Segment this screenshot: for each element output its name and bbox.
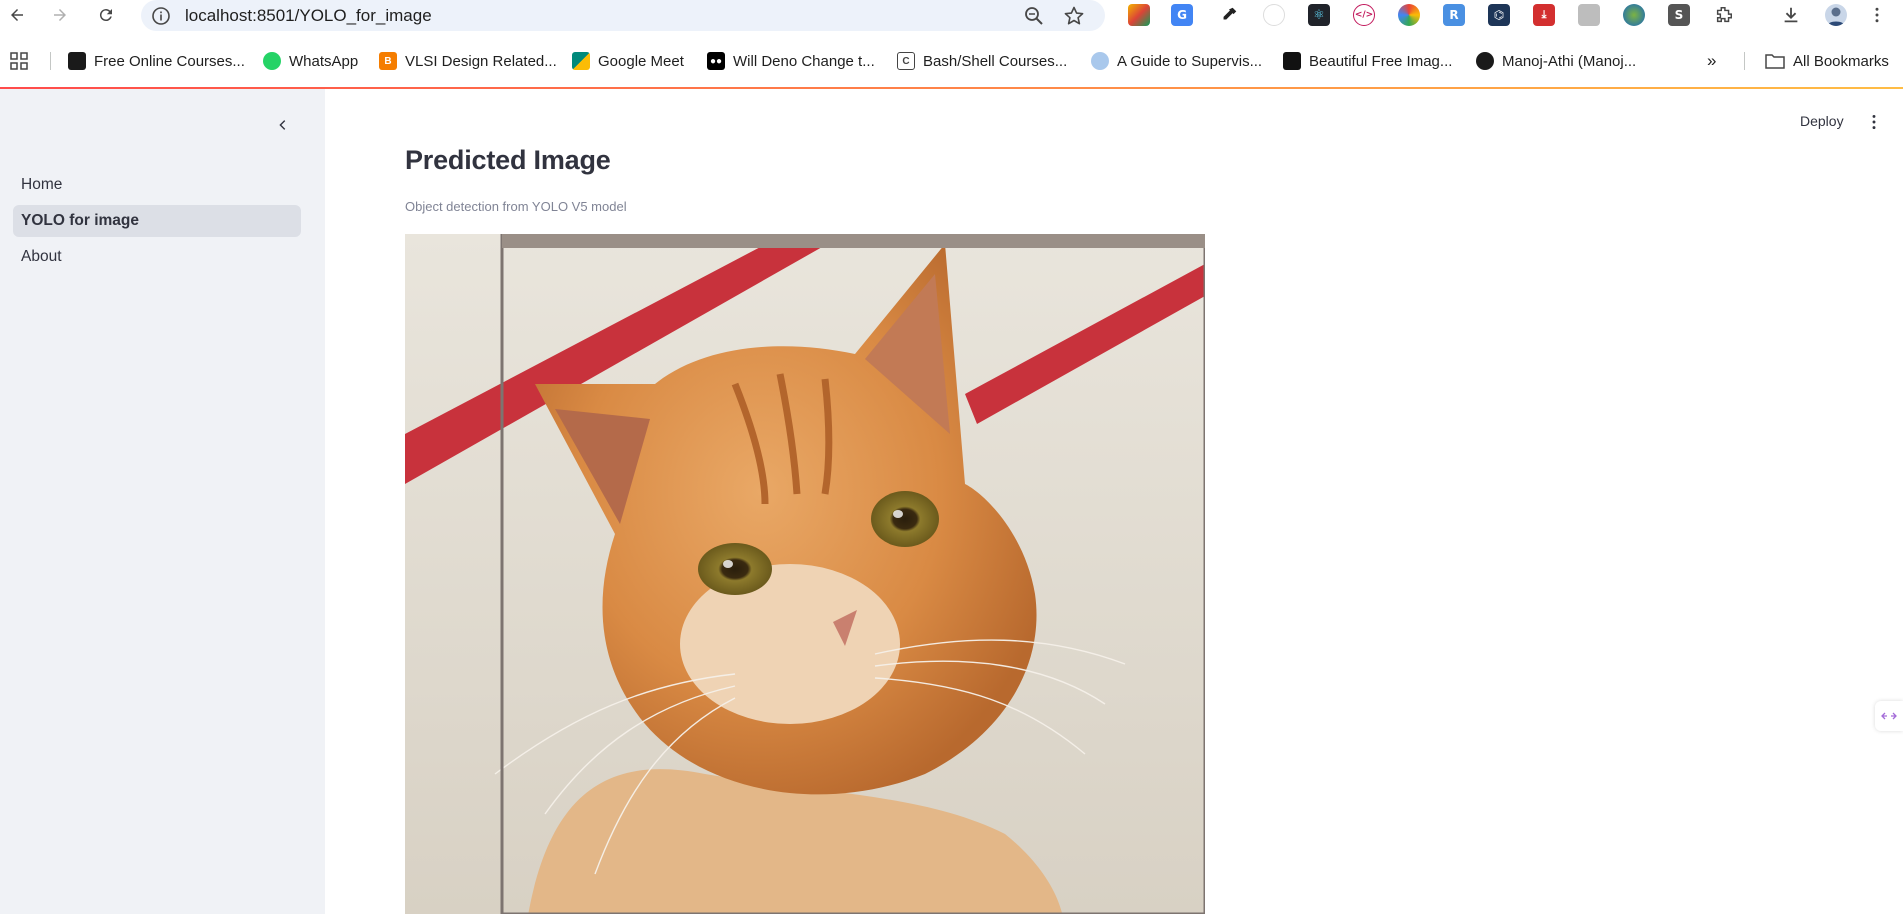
s-extension-icon[interactable]: S: [1668, 4, 1690, 26]
github-favicon-icon: [1476, 52, 1494, 70]
main-menu-icon[interactable]: [1865, 111, 1883, 133]
bookmark-item[interactable]: ●● Will Deno Change t...: [707, 49, 875, 73]
cloud-favicon-icon: [1091, 52, 1109, 70]
course-favicon-icon: C: [897, 52, 915, 70]
pdf-extension-icon[interactable]: ⤓: [1533, 4, 1555, 26]
sidebar-item-yolo-for-image[interactable]: YOLO for image: [13, 205, 301, 237]
bookmark-label: WhatsApp: [289, 52, 359, 70]
extension-icon[interactable]: [1263, 4, 1285, 26]
predicted-image: [405, 234, 1205, 914]
zoom-icon[interactable]: [1023, 5, 1045, 27]
deploy-button[interactable]: Deploy: [1800, 113, 1844, 129]
profile-avatar[interactable]: [1825, 4, 1847, 26]
forward-arrow-icon[interactable]: [48, 3, 72, 27]
bookmarks-bar: Free Online Courses... WhatsApp B VLSI D…: [0, 42, 1903, 80]
blogger-favicon-icon: B: [379, 52, 397, 70]
url-text: localhost:8501/YOLO_for_image: [185, 6, 432, 25]
google-meet-favicon-icon: [572, 52, 590, 70]
browser-menu-icon[interactable]: [1866, 4, 1888, 26]
globe-extension-icon[interactable]: [1623, 4, 1645, 26]
bookmark-label: Beautiful Free Imag...: [1309, 52, 1453, 70]
r-extension-icon[interactable]: R: [1443, 4, 1465, 26]
bookmark-item[interactable]: Free Online Courses...: [68, 49, 245, 73]
bookmark-label: Manoj-Athi (Manoj...: [1502, 52, 1637, 70]
sidebar-item-label: About: [21, 248, 62, 265]
bookmark-item[interactable]: C Bash/Shell Courses...: [897, 49, 1067, 73]
bookmark-label: Will Deno Change t...: [733, 52, 875, 70]
folder-icon: [1765, 54, 1785, 69]
whatsapp-favicon-icon: [263, 52, 281, 70]
extension-icon[interactable]: [1578, 4, 1600, 26]
code-extension-icon[interactable]: </>: [1353, 4, 1375, 26]
expand-icon: [1881, 712, 1897, 720]
image-caption: Object detection from YOLO V5 model: [405, 199, 627, 214]
sidebar-item-label: Home: [21, 176, 63, 193]
more-bookmarks-chevron-icon[interactable]: »: [1707, 49, 1716, 73]
all-bookmarks-label: All Bookmarks: [1793, 52, 1889, 70]
bookmark-item[interactable]: Beautiful Free Imag...: [1283, 49, 1452, 73]
bookmark-item[interactable]: A Guide to Supervis...: [1091, 49, 1262, 73]
apps-grid-icon[interactable]: [10, 49, 28, 73]
back-arrow-icon[interactable]: [5, 3, 29, 27]
eyedropper-extension-icon[interactable]: [1218, 4, 1240, 26]
extensions-puzzle-icon[interactable]: [1713, 4, 1735, 26]
collapse-sidebar-chevron-icon[interactable]: [272, 114, 294, 136]
page-title: Predicted Image: [405, 145, 611, 175]
courses-favicon-icon: [68, 52, 86, 70]
graph-extension-icon[interactable]: ⌬: [1488, 4, 1510, 26]
color-extension-icon[interactable]: [1398, 4, 1420, 26]
bookmark-item[interactable]: B VLSI Design Related...: [379, 49, 557, 73]
unsplash-favicon-icon: [1283, 52, 1301, 70]
sidebar-item-label: YOLO for image: [21, 212, 139, 229]
medium-favicon-icon: ●●: [707, 52, 725, 70]
sidebar-item-home[interactable]: Home: [13, 169, 301, 201]
downloads-icon[interactable]: [1780, 4, 1802, 26]
reload-icon[interactable]: [94, 3, 118, 27]
bookmarks-divider: [1744, 52, 1745, 70]
site-info-icon[interactable]: [151, 6, 171, 26]
bookmark-label: VLSI Design Related...: [405, 52, 557, 70]
bookmark-label: A Guide to Supervis...: [1117, 52, 1263, 70]
sidebar-item-about[interactable]: About: [13, 241, 301, 273]
react-devtools-icon[interactable]: ⚛: [1308, 4, 1330, 26]
bookmark-label: Google Meet: [598, 52, 684, 70]
bookmark-item[interactable]: Manoj-Athi (Manoj...: [1476, 49, 1636, 73]
bookmarks-divider: [50, 52, 51, 70]
all-bookmarks-folder[interactable]: All Bookmarks: [1765, 49, 1889, 73]
sidebar: Home YOLO for image About: [0, 89, 325, 914]
address-bar[interactable]: localhost:8501/YOLO_for_image: [141, 0, 1105, 31]
extension-icon[interactable]: [1128, 4, 1150, 26]
bookmark-star-icon[interactable]: [1063, 5, 1085, 27]
bookmark-label: Free Online Courses...: [94, 52, 245, 70]
bookmark-item[interactable]: WhatsApp: [263, 49, 358, 73]
bookmark-item[interactable]: Google Meet: [572, 49, 684, 73]
bookmark-label: Bash/Shell Courses...: [923, 52, 1068, 70]
toggle-panel-handle[interactable]: [1875, 701, 1903, 731]
main-content: Deploy Predicted Image Object detection …: [325, 89, 1903, 914]
translate-extension-icon[interactable]: G: [1171, 4, 1193, 26]
browser-toolbar: localhost:8501/YOLO_for_image G ⚛ </> R …: [0, 0, 1903, 31]
